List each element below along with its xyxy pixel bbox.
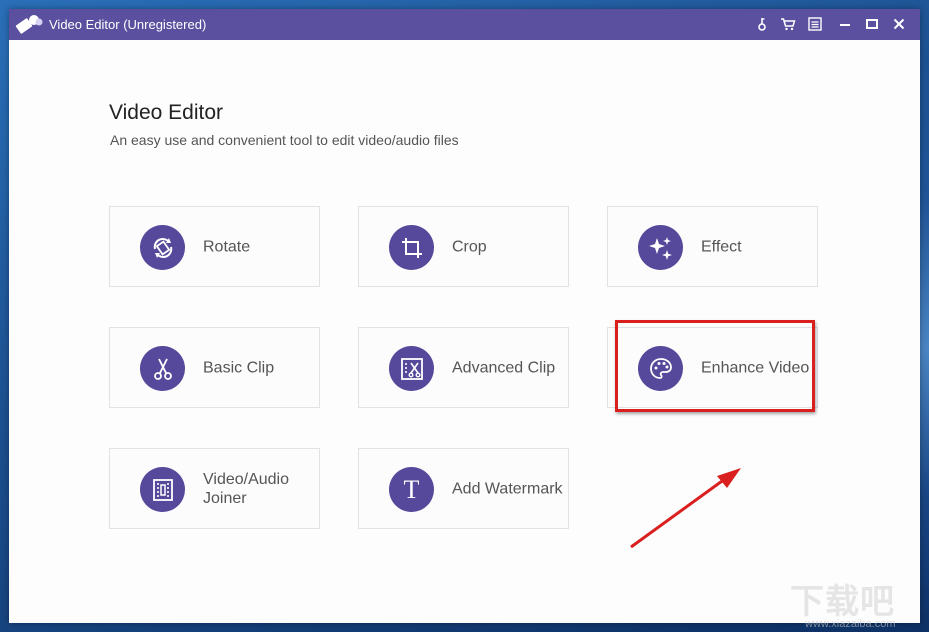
tool-crop[interactable]: Crop — [358, 206, 569, 287]
text-icon: T — [389, 467, 434, 512]
tool-label: Crop — [452, 238, 487, 255]
key-icon[interactable] — [751, 13, 773, 35]
maximize-icon[interactable] — [861, 13, 883, 35]
tool-label: Advanced Clip — [452, 359, 556, 376]
joiner-icon — [140, 467, 185, 512]
watermark-url: www.xiazaiba.com — [805, 618, 896, 630]
title-bar[interactable]: Video Editor (Unregistered) — [9, 9, 920, 40]
app-window: Video Editor (Unregistered) Video Editor… — [9, 9, 920, 623]
tool-label: Rotate — [203, 238, 251, 255]
minimize-icon[interactable] — [834, 13, 856, 35]
effect-icon — [638, 225, 683, 270]
tool-label: Effect — [701, 238, 742, 255]
crop-icon — [389, 225, 434, 270]
page-title: Video Editor — [109, 101, 224, 124]
annotation-arrow-icon — [630, 468, 741, 549]
highlight-box — [615, 320, 815, 412]
tool-add-watermark[interactable]: T Add Watermark — [358, 448, 569, 529]
menu-icon[interactable] — [804, 13, 826, 35]
tool-advanced-clip[interactable]: Advanced Clip — [358, 327, 569, 408]
window-title: Video Editor (Unregistered) — [49, 17, 207, 32]
close-icon[interactable] — [888, 13, 910, 35]
advanced-clip-icon — [389, 346, 434, 391]
main-content: Video Editor An easy use and convenient … — [9, 40, 920, 623]
tool-basic-clip[interactable]: Basic Clip — [109, 327, 320, 408]
tool-effect[interactable]: Effect — [607, 206, 818, 287]
tool-label: Video/Audio Joiner — [203, 470, 289, 507]
app-logo-icon — [15, 15, 43, 34]
rotate-icon — [140, 225, 185, 270]
scissors-icon — [140, 346, 185, 391]
page-subtitle: An easy use and convenient tool to edit … — [110, 132, 459, 148]
cart-icon[interactable] — [777, 13, 799, 35]
tool-label: Add Watermark — [452, 480, 563, 497]
tool-label: Basic Clip — [203, 359, 275, 376]
tool-video-audio-joiner[interactable]: Video/Audio Joiner — [109, 448, 320, 529]
watermark-logo: 下载吧 — [790, 583, 895, 621]
tool-rotate[interactable]: Rotate — [109, 206, 320, 287]
